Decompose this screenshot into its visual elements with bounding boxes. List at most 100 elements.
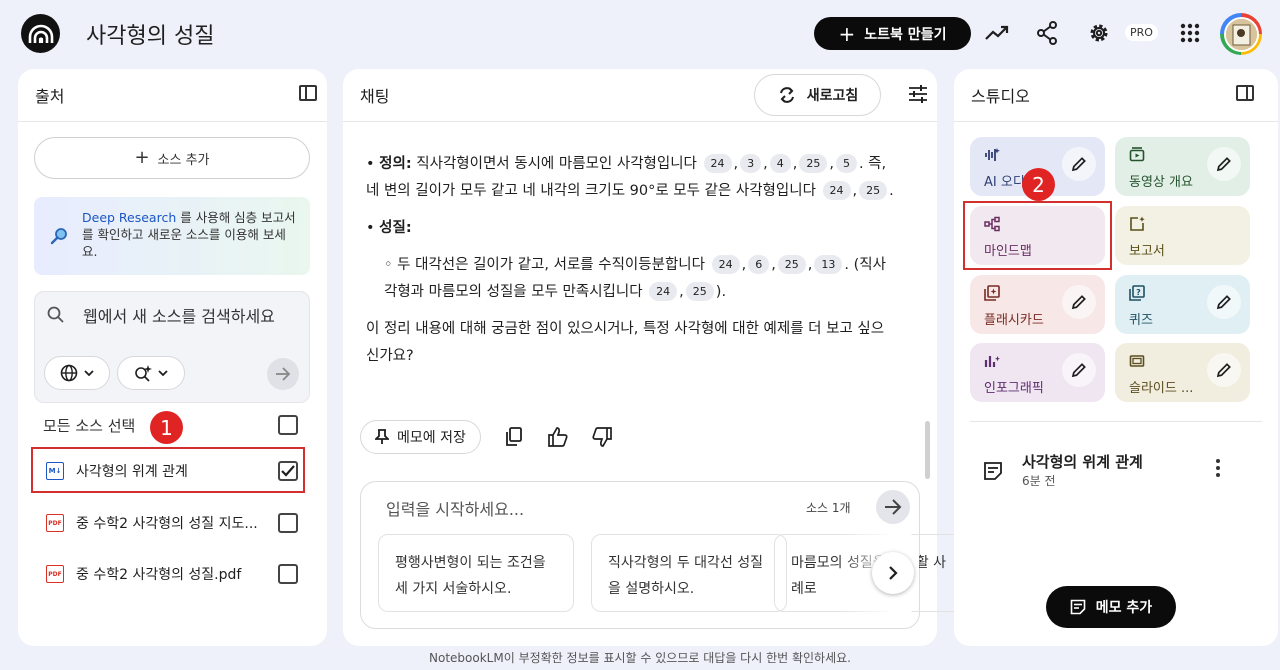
edit-button[interactable]	[1207, 147, 1241, 181]
citation-chip[interactable]: 25	[859, 181, 888, 200]
citation-chip[interactable]: 13	[814, 255, 843, 274]
search-submit-button[interactable]	[267, 358, 299, 390]
property-paragraph: ◦ 두 대각선은 길이가 같고, 서로를 수직이등분합니다 24, 6, 25, 13…	[384, 255, 886, 301]
note-icon	[984, 462, 1002, 480]
chat-input[interactable]: 입력을 시작하세요...	[386, 496, 524, 520]
citation-chip[interactable]: 24	[822, 181, 851, 200]
copy-button[interactable]	[503, 426, 525, 448]
deep-research-banner[interactable]: Deep Research 를 사용해 심층 보고서를 확인하고 새로운 소스를…	[34, 197, 310, 275]
flashcard-icon	[984, 285, 1000, 301]
share-button[interactable]	[1034, 20, 1060, 46]
select-all-checkbox[interactable]	[278, 415, 298, 435]
thumbs-down-button[interactable]	[591, 426, 613, 448]
apps-grid-icon	[1180, 23, 1200, 43]
edit-button[interactable]	[1062, 147, 1096, 181]
apps-button[interactable]	[1177, 20, 1203, 46]
studio-panel-title: 스튜디오	[971, 87, 1030, 106]
citation-chip[interactable]: 4	[769, 154, 791, 173]
chat-input-card: 입력을 시작하세요... 소스 1개 평행사변형이 되는 조건을 세 가지 서술…	[360, 481, 970, 629]
research-mode-dropdown[interactable]	[117, 356, 185, 390]
studio-tile-video-overview[interactable]: 동영상 개요	[1115, 137, 1250, 196]
note-icon	[1070, 599, 1086, 615]
tile-label: 플래시카드	[984, 313, 1044, 328]
edit-button[interactable]	[1062, 285, 1096, 319]
sparkle-search-icon	[135, 365, 152, 382]
chat-response: • 정의: 직사각형이면서 동시에 마름모인 사각형입니다 24, 3, 4, 25,…	[366, 151, 896, 380]
studio-panel: 스튜디오 AI 오디오 동영상 개요 마인드맵 보고서 플래시카드 ? 퀴즈 인…	[954, 69, 1278, 646]
send-button[interactable]	[876, 490, 910, 524]
create-notebook-label: 노트북 만들기	[864, 26, 947, 43]
slides-icon	[1129, 355, 1145, 367]
save-to-memo-button[interactable]: 메모에 저장	[360, 420, 481, 454]
next-suggestions-button[interactable]	[872, 552, 914, 594]
citation-chip[interactable]: 24	[649, 282, 678, 301]
create-notebook-button[interactable]: + 노트북 만들기	[814, 17, 971, 50]
tune-settings-icon[interactable]	[908, 85, 928, 103]
tile-label: 동영상 개요	[1129, 175, 1193, 190]
citation-chip[interactable]: 25	[777, 255, 806, 274]
chat-scrollbar[interactable]	[925, 421, 930, 479]
tile-label: 슬라이드 ...	[1129, 381, 1194, 396]
chevron-down-icon	[84, 370, 94, 376]
studio-tile-infographic[interactable]: 인포그래픽	[970, 343, 1105, 402]
add-source-label: 소스 추가	[157, 152, 210, 168]
edit-button[interactable]	[1207, 353, 1241, 387]
property-heading: • 성질:	[366, 220, 412, 236]
notebook-title[interactable]: 사각형의 성질	[86, 18, 214, 50]
citation-chip[interactable]: 3	[740, 154, 762, 173]
collapse-studio-icon[interactable]	[1236, 85, 1254, 101]
pin-icon	[375, 429, 389, 444]
definition-label: 정의:	[379, 156, 412, 172]
chat-panel: 채팅 새로고침 • 정의: 직사각형이면서 동시에 마름모인 사각형입니다 24…	[343, 69, 970, 646]
deep-research-link[interactable]: Deep Research	[82, 210, 176, 225]
source-item[interactable]: PDF 중 수학2 사각형의 성질 지도...	[46, 513, 306, 533]
note-title[interactable]: 사각형의 위계 관계	[1022, 451, 1143, 472]
gear-icon	[1090, 24, 1108, 42]
edit-button[interactable]	[1207, 285, 1241, 319]
pro-badge: PRO	[1125, 24, 1158, 41]
save-memo-label: 메모에 저장	[397, 430, 466, 446]
svg-text:?: ?	[1136, 288, 1141, 297]
top-bar: 사각형의 성질 + 노트북 만들기 PRO	[0, 0, 1280, 66]
chevron-right-icon	[889, 566, 898, 580]
source-checkbox[interactable]	[278, 513, 298, 533]
studio-tile-slides[interactable]: 슬라이드 ...	[1115, 343, 1250, 402]
thumbs-down-icon	[592, 427, 612, 447]
user-avatar[interactable]	[1220, 13, 1262, 55]
add-memo-button[interactable]: 메모 추가	[1046, 586, 1176, 628]
source-checkbox[interactable]	[278, 564, 298, 584]
logo-icon	[28, 24, 53, 43]
property-text: 두 대각선은 길이가 같고, 서로를 수직이등분합니다	[397, 257, 705, 273]
citation-chip[interactable]: 6	[748, 255, 770, 274]
sources-panel: 출처 + 소스 추가 Deep Research 를 사용해 심층 보고서를 확…	[18, 69, 327, 646]
thumbs-up-icon	[548, 427, 568, 447]
more-options-icon[interactable]	[1216, 459, 1222, 477]
web-source-search[interactable]: 웹에서 새 소스를 검색하세요	[34, 291, 310, 403]
edit-button[interactable]	[1062, 353, 1096, 387]
studio-tile-report[interactable]: 보고서	[1115, 206, 1250, 265]
citation-chip[interactable]: 24	[711, 255, 740, 274]
web-source-dropdown[interactable]	[44, 356, 110, 390]
arrow-right-icon	[885, 499, 902, 515]
notebooklm-logo[interactable]	[21, 14, 60, 53]
suggested-question[interactable]: 평행사변형이 되는 조건을 세 가지 서술하시오.	[378, 534, 574, 612]
thumbs-up-button[interactable]	[547, 426, 569, 448]
pencil-icon	[1216, 363, 1231, 378]
studio-tile-quiz[interactable]: ? 퀴즈	[1115, 275, 1250, 334]
collapse-sources-icon[interactable]	[299, 85, 317, 101]
citation-chip[interactable]: 25	[685, 282, 714, 301]
pdf-icon: PDF	[46, 565, 64, 583]
studio-tile-flashcards[interactable]: 플래시카드	[970, 275, 1105, 334]
property-label: 성질:	[379, 220, 412, 236]
citation-chip[interactable]: 25	[799, 154, 828, 173]
settings-button[interactable]	[1086, 20, 1112, 46]
analytics-button[interactable]	[984, 20, 1010, 46]
source-item[interactable]: PDF 중 수학2 사각형의 성질.pdf	[46, 564, 306, 584]
search-input[interactable]: 웹에서 새 소스를 검색하세요	[83, 304, 293, 329]
audio-wave-icon	[985, 148, 1000, 161]
citation-chip[interactable]: 5	[835, 154, 857, 173]
refresh-button[interactable]: 새로고침	[754, 74, 881, 116]
suggested-question[interactable]: 직사각형의 두 대각선 성질을 설명하시오.	[591, 534, 787, 612]
add-source-button[interactable]: + 소스 추가	[34, 137, 310, 179]
citation-chip[interactable]: 24	[703, 154, 732, 173]
